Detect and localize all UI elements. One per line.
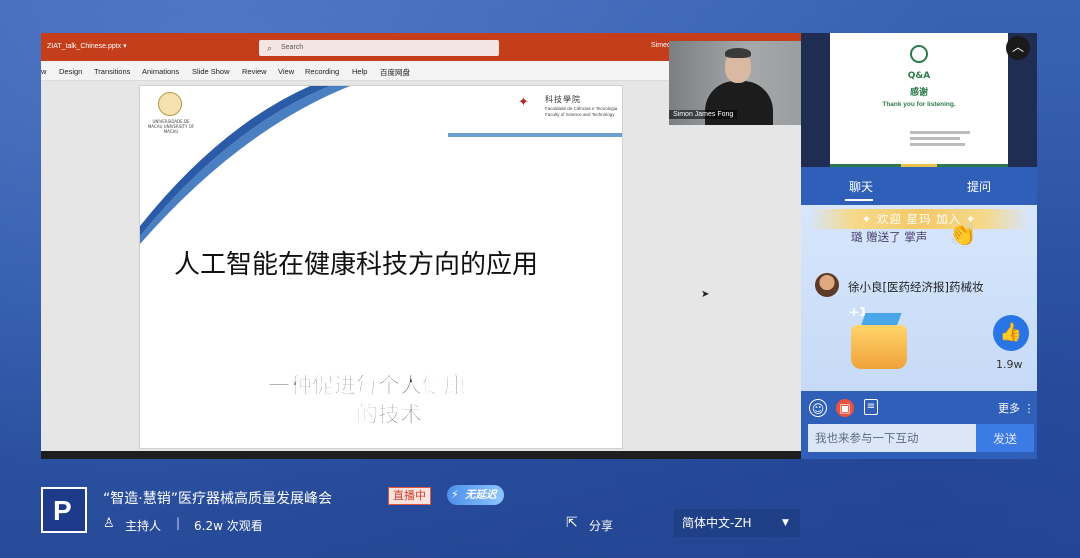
preview-thanks-en: Thank you for listening. [882,101,956,108]
slide-title: 人工智能在健康科技方向的应用 [174,250,539,280]
slide-subtitle-line2: 的技术 [356,403,423,429]
preview-fine-print [910,137,960,140]
language-selected: 简体中文-ZH [682,516,752,530]
gift-icon[interactable]: ▣ [836,399,854,417]
chat-feed[interactable]: ✦ 欢迎 星玛 加入 ✦ 璐 赠送了 掌声 👏 徐小良[医药经济报]药械妆 +1… [801,205,1037,391]
ribbon-item-help: Help [352,67,368,76]
more-button[interactable]: 更多 ⋮ [998,400,1035,416]
book-icon [851,325,907,369]
preview-qa: Q&A [907,71,931,81]
ribbon-item-transitions: Transitions [94,67,131,76]
slide-subtitle-line1: 一种促进每个人健康 [268,374,467,400]
ribbon-item-review: Review [242,67,267,76]
like-count: 1.9w [996,358,1023,371]
emoji-icon[interactable]: ☺ [809,399,827,417]
preview-fine-print [910,143,965,146]
host-label: 主持人 [125,519,162,533]
event-title: “智造·慧销”医疗器械高质量发展峰会 [103,491,332,507]
logo-p-icon: P [53,495,72,526]
tab-questions[interactable]: 提问 [967,178,991,195]
ppt-filename: ZIAT_talk_Chinese.pptx ▾ [47,43,127,50]
tab-chat[interactable]: 聊天 [849,178,873,195]
ribbon-item-design: Design [59,67,83,76]
faculty-name-cn: 科技學院 [545,95,581,104]
no-delay-label: 无延迟 [465,489,497,501]
ribbon-item-animations: Animations [142,67,180,76]
ribbon-item-view: View [278,67,295,76]
preview-seal-icon [910,45,928,63]
view-count: 6.2w 次观看 [194,519,263,533]
language-select[interactable]: 简体中文-ZH ▼ [674,509,800,537]
preview-thanks-cn: 感谢 [909,88,928,98]
avatar [815,273,839,297]
university-emblem [158,92,182,116]
speaker-name: Simon James Fong [669,110,738,119]
faculty-name-en: Faculdade de Ciências e Tecnologia Facul… [545,106,618,117]
welcome-banner: ✦ 欢迎 星玛 加入 ✦ [809,209,1029,229]
caret-down-icon: ▼ [782,518,789,528]
preview-fine-print [910,131,970,134]
search-icon: ⌕ [267,43,273,53]
speaker-hair [725,48,751,58]
no-delay-badge[interactable]: ⚡ 无延迟 [447,485,504,505]
live-video[interactable]: ZIAT_talk_Chinese.pptx ▾ ⌕ Search Simeo … [41,33,801,459]
channel-logo[interactable]: P [41,487,87,533]
ppt-search-placeholder: Search [281,44,304,51]
university-label: UNIVERSIDADE DE MACAU UNIVERSITY OF MACA… [147,119,195,134]
ribbon-item-baidu: 百度网盘 [380,68,410,77]
ribbon-item: w [41,67,47,76]
thumbs-up-icon[interactable]: 👍 [993,315,1029,351]
clap-icon: 👏 [949,223,977,248]
ribbon-item-slide-show: Slide Show [192,67,230,76]
chat-input[interactable] [808,424,976,452]
share-icon[interactable]: ⇱ [566,515,578,531]
slide: UNIVERSIDADE DE MACAU UNIVERSITY OF MACA… [139,85,623,449]
person-icon: ♙ [103,516,115,531]
mouse-cursor-icon: ➤ [701,289,710,300]
ppt-status-bar [41,451,801,459]
ppt-user-name: Simeo [651,42,671,49]
slide-header-rule [448,133,622,137]
meta-separator: | [176,516,181,530]
notice-icon[interactable]: ≡ [864,399,878,415]
send-button[interactable]: 发送 [976,424,1034,452]
panel-tabs: 聊天 提问 [801,167,1037,205]
gift-message: 璐 赠送了 掌声 [851,230,928,244]
share-button[interactable]: 分享 [589,517,613,534]
active-tab-indicator [845,199,873,201]
ppt-search-box: ⌕ Search [259,40,499,56]
slide-preview[interactable]: Q&A 感谢 Thank you for listening. [801,33,1037,167]
chat-user-name: 徐小良[医药经济报]药械妆 [848,280,984,294]
chat-input-row: 发送 [801,423,1037,459]
chevron-up-icon[interactable]: ︿ [1006,36,1030,60]
lightning-icon: ⚡ [451,488,459,501]
chat-toolbar: ☺ ▣ ≡ 更多 ⋮ [801,391,1037,423]
speaker-camera: Simon James Fong [669,41,801,125]
faculty-logo: ✦ [518,95,529,110]
live-status-badge: 直播中 [388,487,431,505]
ribbon-item-recording: Recording [305,67,340,76]
preview-slide: Q&A 感谢 Thank you for listening. [830,33,1008,167]
